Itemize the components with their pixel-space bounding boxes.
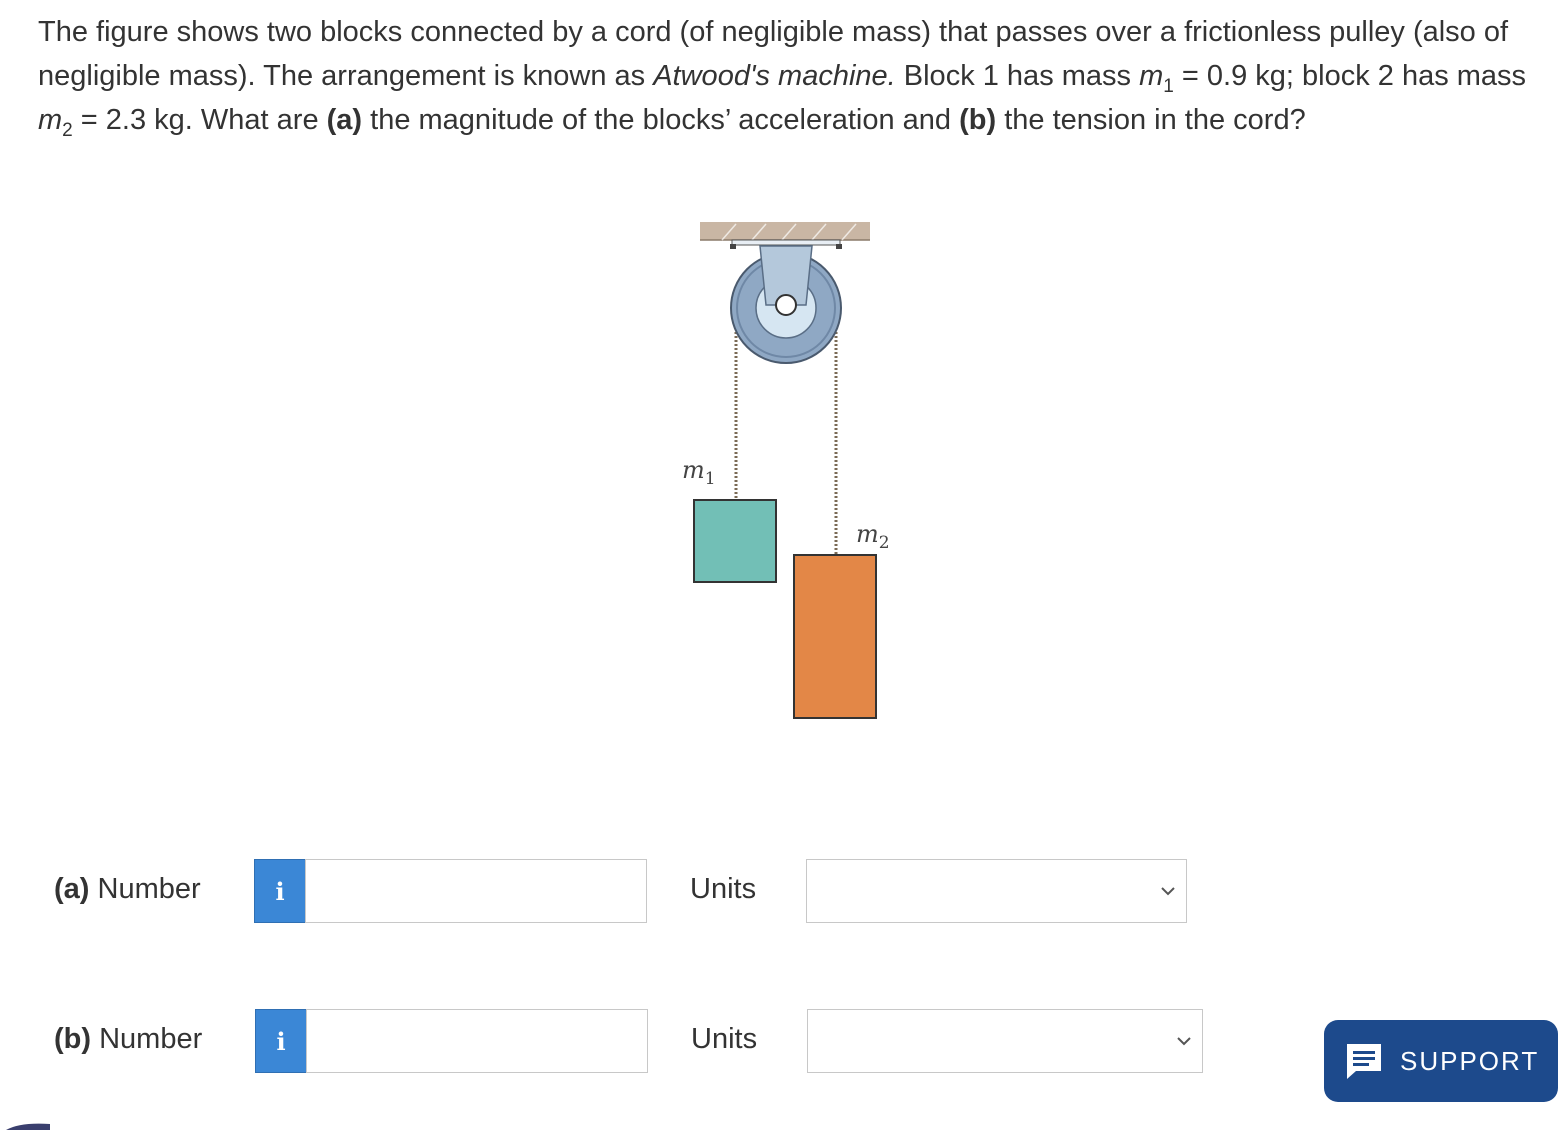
- answer-a-input[interactable]: [305, 859, 647, 923]
- chevron-down-icon: [1161, 887, 1175, 896]
- info-icon-a[interactable]: i: [254, 859, 306, 923]
- units-b-label: Units: [691, 1023, 758, 1055]
- m1-symbol: m: [1139, 60, 1164, 92]
- ceiling: [700, 222, 870, 249]
- support-button[interactable]: SUPPORT: [1324, 1020, 1558, 1102]
- m2-subscript: 2: [62, 119, 73, 141]
- machine-name: Atwood's machine.: [653, 60, 896, 92]
- units-a-label: Units: [690, 873, 757, 905]
- m2-symbol: m: [38, 104, 63, 136]
- chat-lines-icon: [1347, 1044, 1381, 1079]
- info-icon-b[interactable]: i: [255, 1009, 307, 1073]
- chevron-down-icon: [1177, 1037, 1191, 1046]
- units-a-select[interactable]: [806, 859, 1187, 923]
- label-m1: m1: [682, 456, 716, 489]
- part-a-label-tag: (a): [54, 873, 90, 905]
- units-b-select[interactable]: [807, 1009, 1203, 1073]
- question-part2: Block 1 has mass: [895, 60, 1140, 92]
- label-m2: m2: [856, 520, 890, 553]
- part-a-label: (a) Number: [54, 873, 201, 906]
- m1-subscript: 1: [1163, 75, 1174, 97]
- block-1: [693, 499, 777, 583]
- part-b-label: (b) Number: [54, 1023, 202, 1056]
- m1-value: = 0.9 kg; block 2 has mass: [1173, 60, 1527, 92]
- part-a-label-text: Number: [89, 873, 201, 905]
- part-b-text: the tension in the cord?: [996, 104, 1306, 136]
- m2-value: = 2.3 kg. What are: [72, 104, 327, 136]
- atwood-machine-figure: m1 m2: [660, 210, 920, 740]
- part-b-label-text: Number: [91, 1023, 203, 1055]
- part-a-text: the magnitude of the blocks’ acceleratio…: [362, 104, 960, 136]
- part-a-tag: (a): [326, 104, 363, 136]
- question-text: The figure shows two blocks connected by…: [38, 10, 1538, 142]
- part-b-tag: (b): [959, 104, 997, 136]
- corner-decoration: [6, 1123, 50, 1130]
- answer-b-input[interactable]: [306, 1009, 648, 1073]
- pulley: [730, 245, 842, 364]
- support-label: SUPPORT: [1400, 1045, 1540, 1076]
- atwood-diagram: m1 m2: [682, 222, 890, 719]
- part-b-label-tag: (b): [54, 1023, 92, 1055]
- block-2: [793, 554, 877, 719]
